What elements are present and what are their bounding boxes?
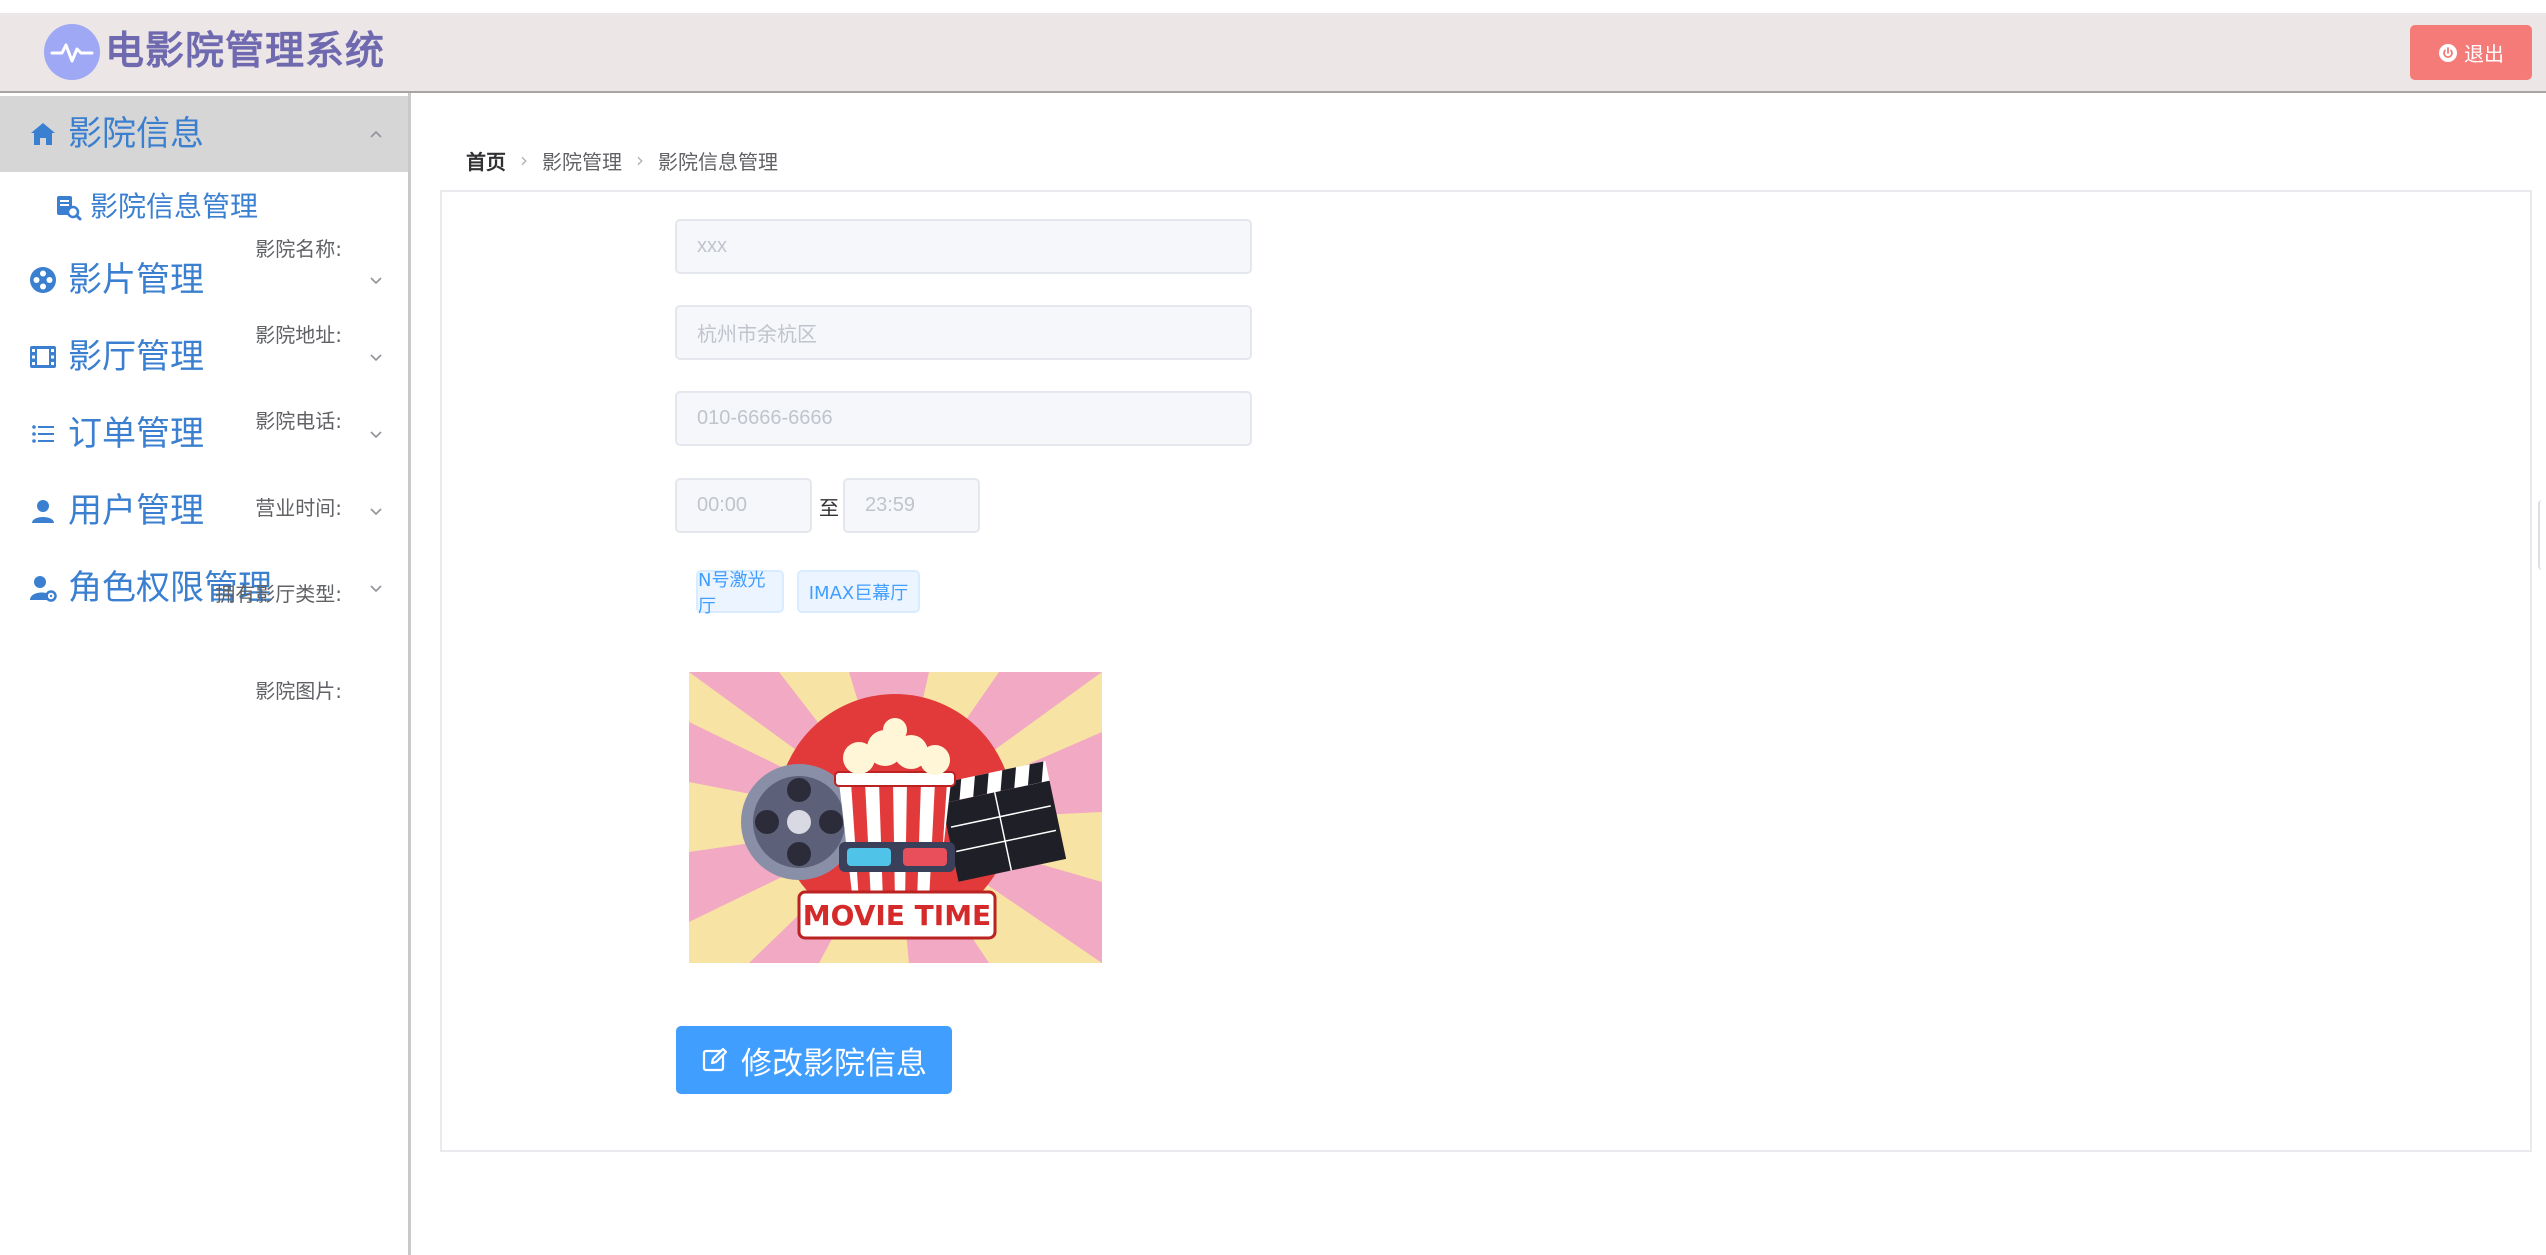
logout-label: 退出 <box>2464 42 2504 66</box>
sidebar-item-label: 订单管理 <box>68 414 204 454</box>
time-range-separator: 至 <box>819 496 839 520</box>
cinema-image-label: 影院图片: <box>255 679 342 703</box>
chevron-down-icon <box>366 501 386 521</box>
edit-cinema-info-button[interactable]: 修改影院信息 <box>676 1026 952 1094</box>
breadcrumb-home[interactable]: 首页 <box>466 146 506 175</box>
app-root: 电影院管理系统 退出 影院信息 影院信息管理 影片管理 影厅管理 订单管理 用户… <box>0 0 2546 1255</box>
edit-cinema-info-label: 修改影院信息 <box>741 1045 927 1082</box>
app-logo <box>44 24 100 80</box>
sidebar-subitem-label: 影院信息管理 <box>90 190 259 223</box>
open-time-field[interactable]: 00:00 <box>675 478 812 533</box>
cinema-phone-field[interactable]: 010-6666-6666 <box>675 391 1252 446</box>
chevron-down-icon <box>366 270 386 290</box>
business-hours-label: 营业时间: <box>255 496 342 520</box>
sidebar-item-orders[interactable]: 订单管理 <box>0 396 408 472</box>
home-icon <box>26 117 60 151</box>
edit-icon <box>702 1047 728 1072</box>
sidebar-menu: 影院信息 影院信息管理 影片管理 影厅管理 订单管理 用户管理 角色权限管理 <box>0 93 411 1255</box>
sidebar-item-halls[interactable]: 影厅管理 <box>0 319 408 395</box>
cinema-poster-image: MOVIE TIME <box>689 672 1102 963</box>
hall-types-label: 拥有影厅类型: <box>215 582 342 606</box>
app-title: 电影院管理系统 <box>105 29 386 74</box>
user-icon <box>26 494 60 528</box>
cinema-address-field[interactable]: 杭州市余杭区 <box>675 305 1252 360</box>
hall-type-tag: N号激光厅 <box>696 570 784 617</box>
close-time-field[interactable]: 23:59 <box>843 478 980 533</box>
movie-time-illustration: MOVIE TIME <box>689 672 1102 963</box>
list-icon <box>26 417 60 451</box>
document-search-icon <box>54 194 82 222</box>
sidebar-subitem-cinema-info-manage[interactable]: 影院信息管理 <box>0 172 408 242</box>
chevron-down-icon <box>366 347 386 367</box>
activity-pulse-icon <box>50 43 94 63</box>
chevron-up-icon <box>366 124 386 144</box>
power-icon <box>2439 43 2457 62</box>
sidebar-item-label: 影院信息 <box>68 114 204 154</box>
chevron-right-icon: › <box>520 148 528 172</box>
chevron-down-icon <box>366 578 386 598</box>
breadcrumb-current: 影院信息管理 <box>658 149 778 174</box>
breadcrumb-item: 影院管理 <box>542 149 622 174</box>
top-header: 电影院管理系统 退出 <box>0 13 2546 93</box>
sidebar-item-roles[interactable]: 角色权限管理 <box>0 550 408 626</box>
film-strip-icon <box>26 340 60 374</box>
scroll-edge-handle[interactable] <box>2538 500 2546 570</box>
poster-text: MOVIE TIME <box>803 899 991 932</box>
sidebar-item-label: 影厅管理 <box>68 337 204 377</box>
film-reel-icon <box>26 263 60 297</box>
logout-button[interactable]: 退出 <box>2410 25 2532 80</box>
chevron-down-icon <box>366 424 386 444</box>
cinema-address-label: 影院地址: <box>255 323 342 347</box>
hall-type-tag: IMAX巨幕厅 <box>797 570 920 613</box>
sidebar-item-cinema-info[interactable]: 影院信息 <box>0 96 408 172</box>
chevron-right-icon: › <box>636 148 644 172</box>
sidebar-item-label: 影片管理 <box>68 260 204 300</box>
sidebar-item-label: 用户管理 <box>68 491 204 531</box>
user-settings-icon <box>26 571 60 605</box>
cinema-name-field[interactable]: xxx <box>675 219 1252 274</box>
breadcrumb: 首页 › 影院管理 › 影院信息管理 <box>466 146 778 174</box>
sidebar-item-users[interactable]: 用户管理 <box>0 473 408 549</box>
sidebar-item-films[interactable]: 影片管理 <box>0 242 408 318</box>
cinema-phone-label: 影院电话: <box>255 409 342 433</box>
cinema-name-label: 影院名称: <box>255 237 342 261</box>
